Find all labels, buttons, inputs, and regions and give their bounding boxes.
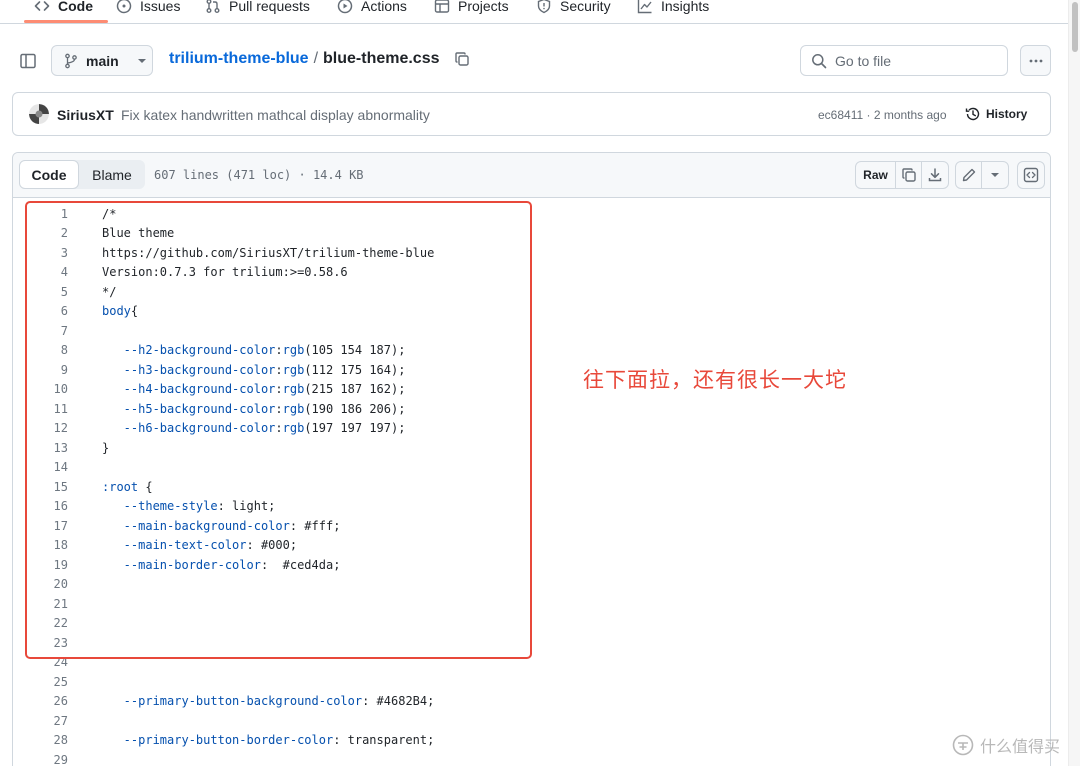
- pencil-icon: [961, 167, 977, 183]
- tab-actions[interactable]: Actions: [337, 0, 407, 18]
- history-label: History: [986, 107, 1028, 121]
- code-square-icon: [1023, 167, 1039, 183]
- tab-label: Actions: [361, 0, 407, 14]
- issue-opened-icon: [116, 0, 132, 14]
- code-token: --primary-button-background-color: [102, 694, 363, 709]
- code-line: 26 --primary-button-background-color: #4…: [13, 692, 1050, 712]
- download-icon: [927, 167, 943, 183]
- tab-label: Pull requests: [229, 0, 310, 14]
- more-options-button[interactable]: [1020, 45, 1051, 76]
- tab-label: Code: [58, 0, 93, 14]
- git-pull-request-icon: [205, 0, 221, 14]
- raw-button[interactable]: Raw: [856, 162, 896, 188]
- kebab-horizontal-icon: [1029, 59, 1042, 62]
- line-number[interactable]: 25: [13, 675, 69, 689]
- tab-label: Security: [560, 0, 611, 14]
- active-tab-indicator: [24, 20, 108, 23]
- scrollbar-thumb[interactable]: [1072, 2, 1078, 52]
- breadcrumb: trilium-theme-blue / blue-theme.css: [169, 50, 470, 68]
- search-icon: [811, 53, 827, 69]
- code-token: : #4682B4;: [362, 694, 435, 709]
- code-line: 25: [13, 672, 1050, 692]
- avatar[interactable]: [29, 104, 49, 124]
- tab-label: Projects: [458, 0, 509, 14]
- edit-actions-group: [955, 161, 1009, 189]
- tab-code[interactable]: Code: [34, 0, 93, 18]
- page-scrollbar[interactable]: [1068, 0, 1080, 766]
- line-number[interactable]: 26: [13, 694, 69, 708]
- commit-author-link[interactable]: SiriusXT: [57, 107, 114, 123]
- line-content: --primary-button-border-color: transpare…: [69, 733, 435, 748]
- code-line: 29: [13, 750, 1050, 766]
- edit-options-button[interactable]: [982, 162, 1008, 188]
- go-to-file-placeholder: Go to file: [835, 52, 892, 69]
- tab-label: Insights: [661, 0, 710, 14]
- commit-message-link[interactable]: Fix katex handwritten mathcal display ab…: [121, 107, 430, 123]
- tab-projects[interactable]: Projects: [434, 0, 509, 18]
- watermark: 什么值得买: [952, 733, 1060, 757]
- breadcrumb-repo-link[interactable]: trilium-theme-blue: [169, 50, 309, 68]
- code-view-button[interactable]: Code: [19, 160, 79, 189]
- file-toolbar: Code Blame 607 lines (471 loc) · 14.4 KB…: [13, 153, 1050, 198]
- tab-issues[interactable]: Issues: [116, 0, 180, 18]
- tab-pull-requests[interactable]: Pull requests: [205, 0, 310, 18]
- line-number[interactable]: 29: [13, 753, 69, 766]
- code-line: 27: [13, 711, 1050, 731]
- tab-label: Issues: [140, 0, 181, 14]
- view-mode-segmented-control: Code Blame: [19, 160, 145, 189]
- edit-file-button[interactable]: [956, 162, 982, 188]
- copy-icon: [901, 167, 917, 183]
- file-info: 607 lines (471 loc) · 14.4 KB: [154, 168, 364, 182]
- code-icon: [34, 0, 50, 14]
- code-token: --primary-button-border-color: [102, 733, 334, 748]
- blame-view-button[interactable]: Blame: [79, 160, 145, 189]
- watermark-logo-icon: [952, 734, 974, 756]
- sidebar-toggle-icon[interactable]: [17, 50, 39, 72]
- copy-path-icon[interactable]: [454, 51, 470, 67]
- line-number[interactable]: 27: [13, 714, 69, 728]
- watermark-text: 什么值得买: [980, 737, 1061, 756]
- symbols-panel-button[interactable]: [1017, 161, 1045, 189]
- graph-icon: [637, 0, 653, 14]
- download-raw-button[interactable]: [922, 162, 948, 188]
- history-icon: [965, 106, 981, 122]
- commit-meta[interactable]: ec68411 · 2 months ago: [818, 108, 947, 122]
- code-line: 28 --primary-button-border-color: transp…: [13, 731, 1050, 751]
- chevron-down-icon: [990, 172, 1000, 178]
- go-to-file-input[interactable]: Go to file: [800, 45, 1008, 76]
- breadcrumb-separator: /: [313, 50, 319, 67]
- tab-security[interactable]: Security: [536, 0, 611, 18]
- branch-selector-button[interactable]: main: [51, 45, 153, 76]
- chevron-down-icon: [137, 58, 147, 64]
- latest-commit-bar: SiriusXT Fix katex handwritten mathcal d…: [12, 92, 1051, 136]
- line-number[interactable]: 28: [13, 733, 69, 747]
- play-icon: [337, 0, 353, 14]
- branch-name: main: [86, 52, 119, 69]
- annotation-highlight-box: [25, 201, 532, 659]
- line-content: --primary-button-background-color: #4682…: [69, 694, 435, 709]
- git-branch-icon: [64, 53, 78, 69]
- breadcrumb-file-name: blue-theme.css: [323, 50, 440, 67]
- table-icon: [434, 0, 450, 14]
- tab-insights[interactable]: Insights: [637, 0, 709, 18]
- raw-actions-group: Raw: [855, 161, 949, 189]
- repo-nav: Code Issues Pull requests Actions Projec…: [0, 0, 1068, 24]
- code-token: : transparent;: [333, 733, 435, 748]
- annotation-note: 往下面拉，还有很长一大坨: [583, 368, 847, 392]
- history-button[interactable]: History: [965, 106, 1027, 122]
- shield-icon: [536, 0, 552, 14]
- copy-raw-button[interactable]: [896, 162, 922, 188]
